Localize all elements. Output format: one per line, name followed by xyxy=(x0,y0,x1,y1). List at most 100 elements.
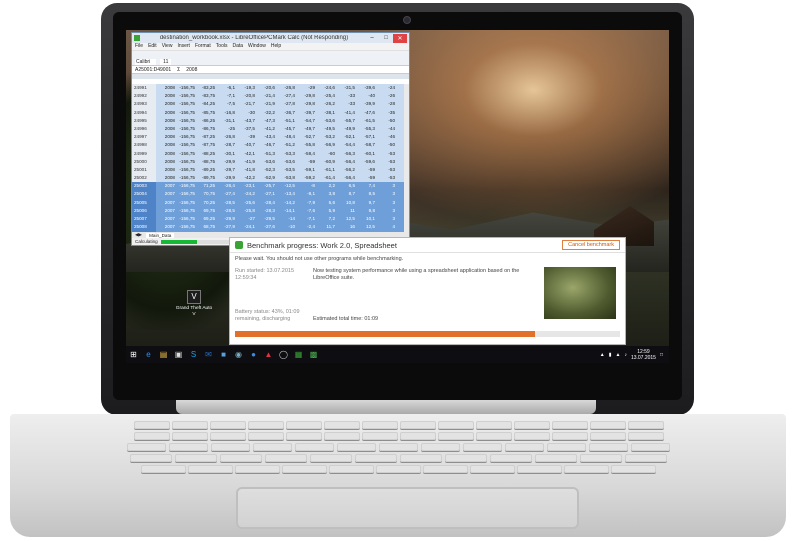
row-number[interactable]: 24999 xyxy=(132,149,156,158)
pcmark-icon[interactable]: ▲ xyxy=(261,346,276,363)
table-row[interactable]: 24996 2008 -156,75 -86,75 -25 -37,5 -41,2 -45,7… xyxy=(132,124,409,134)
menu-tools[interactable]: Tools xyxy=(216,43,228,50)
table-cell[interactable]: -7,1 xyxy=(296,215,316,223)
table-cell[interactable]: -156,75 xyxy=(176,158,196,166)
table-cell[interactable]: -23,1 xyxy=(236,182,256,190)
table-cell[interactable]: -29,9 xyxy=(216,174,236,182)
table-cell[interactable]: -156,75 xyxy=(176,117,196,125)
table-cell[interactable]: -39,6 xyxy=(356,84,376,92)
table-cell[interactable]: -28,3 xyxy=(256,207,276,215)
row-number[interactable]: 25000 xyxy=(132,157,156,166)
table-cell[interactable]: 2008 xyxy=(156,141,176,149)
row-number[interactable]: 24994 xyxy=(132,108,156,117)
table-cell[interactable]: 2008 xyxy=(156,84,176,92)
name-box[interactable]: A25001:D49001 xyxy=(135,67,171,73)
menu-format[interactable]: Format xyxy=(195,43,211,50)
table-cell[interactable]: -13,4 xyxy=(276,190,296,198)
table-cell[interactable]: -8,1 xyxy=(296,190,316,198)
spreadsheet-grid[interactable]: 24991 2008 -156,75 -83,25 -6,1 -19,3 -20,6 -26,… xyxy=(132,84,409,245)
volume-icon[interactable]: ♪ xyxy=(624,352,627,358)
table-cell[interactable]: -57,1 xyxy=(356,133,376,141)
row-number[interactable]: 24992 xyxy=(132,92,156,101)
table-cell[interactable]: 5,9 xyxy=(316,207,336,215)
table-cell[interactable]: -53 xyxy=(376,166,396,174)
table-cell[interactable]: -21,7 xyxy=(236,100,256,108)
row-number[interactable]: 24997 xyxy=(132,133,156,142)
calc-icon[interactable]: ▦ xyxy=(291,346,306,363)
calc-title-bar[interactable]: destination_workbook.xlsx - LibreOfficeP… xyxy=(132,33,409,43)
row-number[interactable]: 25007 xyxy=(132,215,156,224)
table-cell[interactable]: -28,5 xyxy=(216,207,236,215)
table-cell[interactable]: -156,75 xyxy=(176,166,196,174)
table-cell[interactable]: -26,8 xyxy=(276,84,296,92)
table-cell[interactable]: 2008 xyxy=(156,92,176,100)
people-icon[interactable]: ● xyxy=(246,346,261,363)
network-icon[interactable]: ▲ xyxy=(615,352,620,358)
table-cell[interactable]: -14,1 xyxy=(276,207,296,215)
table-cell[interactable]: -52,7 xyxy=(296,133,316,141)
table-cell[interactable]: -27 xyxy=(236,215,256,223)
font-name-box[interactable]: Calibri xyxy=(135,58,157,65)
table-cell[interactable]: -84,25 xyxy=(196,100,216,108)
row-number[interactable]: 25008 xyxy=(132,223,156,232)
table-cell[interactable]: 8,7 xyxy=(336,190,356,198)
table-cell[interactable]: 16 xyxy=(336,223,356,231)
table-cell[interactable]: 2008 xyxy=(156,125,176,133)
table-cell[interactable]: -59,1 xyxy=(296,166,316,174)
table-cell[interactable]: -59,6 xyxy=(356,158,376,166)
table-cell[interactable]: -26 xyxy=(376,92,396,100)
table-cell[interactable]: -33 xyxy=(336,92,356,100)
table-cell[interactable]: -24 xyxy=(376,84,396,92)
table-cell[interactable]: -31,5 xyxy=(336,84,356,92)
table-cell[interactable]: -14 xyxy=(276,215,296,223)
table-cell[interactable]: -7,6 xyxy=(296,207,316,215)
table-cell[interactable]: -29,9 xyxy=(216,215,236,223)
table-cell[interactable]: -27,9 xyxy=(216,223,236,231)
table-cell[interactable]: -56,4 xyxy=(336,158,356,166)
table-cell[interactable]: -37,5 xyxy=(236,125,256,133)
table-cell[interactable]: -48,4 xyxy=(276,133,296,141)
table-cell[interactable]: -52,3 xyxy=(256,166,276,174)
table-cell[interactable]: -46 xyxy=(376,133,396,141)
menu-insert[interactable]: Insert xyxy=(177,43,190,50)
table-cell[interactable]: -27,1 xyxy=(256,190,276,198)
table-cell[interactable]: 2007 xyxy=(156,215,176,223)
close-icon[interactable]: ✕ xyxy=(393,33,407,43)
table-row[interactable]: 24998 2008 -156,75 -87,75 -28,7 -40,7 -46,7 -51… xyxy=(132,141,409,150)
table-cell[interactable]: 2008 xyxy=(156,100,176,108)
table-cell[interactable]: -36,7 xyxy=(276,109,296,117)
table-cell[interactable]: 7,2 xyxy=(316,215,336,223)
table-cell[interactable]: -38,1 xyxy=(316,109,336,117)
table-cell[interactable]: -156,75 xyxy=(176,190,196,198)
table-cell[interactable]: -39 xyxy=(236,133,256,141)
row-number[interactable]: 24991 xyxy=(132,84,156,93)
edge-icon[interactable]: e xyxy=(141,346,156,363)
table-cell[interactable]: -24,6 xyxy=(316,84,336,92)
table-cell[interactable]: -35 xyxy=(376,109,396,117)
table-row[interactable]: 24993 2008 -156,75 -84,25 -7,5 -21,7 -21,9 -27,… xyxy=(132,100,409,109)
outlook-icon[interactable]: ✉ xyxy=(201,346,216,363)
table-cell[interactable]: 2007 xyxy=(156,199,176,207)
table-cell[interactable]: -45,7 xyxy=(276,125,296,133)
table-cell[interactable]: -41,2 xyxy=(256,125,276,133)
table-cell[interactable]: -21,9 xyxy=(256,100,276,108)
table-cell[interactable]: -156,75 xyxy=(176,100,196,108)
table-row[interactable]: 25004 2007 -156,75 70,75 -27,4 -24,2 -27,1 -13,… xyxy=(132,190,409,199)
table-cell[interactable]: -21,4 xyxy=(256,92,276,100)
table-cell[interactable]: 12,5 xyxy=(356,223,376,231)
table-cell[interactable]: -41,4 xyxy=(336,109,356,117)
table-cell[interactable]: -24,1 xyxy=(236,223,256,231)
table-cell[interactable]: -59,2 xyxy=(296,174,316,182)
table-cell[interactable]: -28 xyxy=(376,100,396,108)
table-cell[interactable]: 6,5 xyxy=(336,182,356,190)
table-cell[interactable]: -47,3 xyxy=(256,117,276,125)
table-row[interactable]: 25002 2008 -156,75 -89,75 -29,9 -42,2 -52,9 -53… xyxy=(132,174,409,183)
table-cell[interactable]: -7,1 xyxy=(216,92,236,100)
table-cell[interactable]: 9,8 xyxy=(356,207,376,215)
table-cell[interactable]: -55,8 xyxy=(296,141,316,149)
table-cell[interactable]: -27,6 xyxy=(256,223,276,231)
table-cell[interactable]: -33 xyxy=(336,100,356,108)
store-icon[interactable]: ▣ xyxy=(171,346,186,363)
table-row[interactable]: 24995 2008 -156,75 -86,25 -31,1 -43,7 -47,3 -51… xyxy=(132,116,409,125)
table-row[interactable]: 24997 2008 -156,75 -87,25 -26,8 -39 -43,4 -48,4… xyxy=(132,133,409,142)
